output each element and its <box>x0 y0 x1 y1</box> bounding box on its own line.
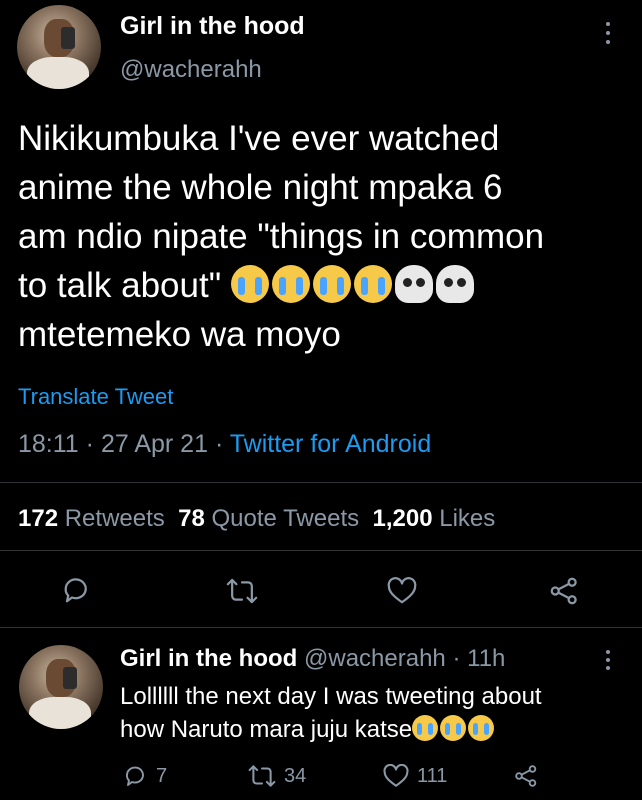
display-name[interactable]: Girl in the hood <box>120 12 305 41</box>
divider <box>0 627 642 628</box>
tweet-stats: 172 Retweets 78 Quote Tweets 1,200 Likes <box>18 505 495 533</box>
reply-text-segment: how Naruto mara juju katse <box>120 716 413 743</box>
retweet-icon <box>248 764 276 788</box>
reply-retweet-button[interactable]: 34 <box>248 764 306 788</box>
likes-label: Likes <box>439 505 496 532</box>
tweet-text-segment: to talk about" <box>18 266 222 305</box>
share-icon[interactable] <box>549 576 579 606</box>
tweet-text: Nikikumbuka I've ever watched anime the … <box>18 114 633 359</box>
reply-handle[interactable]: @wacherahh <box>304 645 446 672</box>
reply-avatar[interactable] <box>19 645 103 729</box>
like-count: 111 <box>417 764 448 787</box>
reply-more-options-icon[interactable] <box>603 648 613 672</box>
like-icon[interactable] <box>387 577 417 605</box>
reply-count: 7 <box>156 764 168 787</box>
tweet-time: 18:11 <box>18 430 79 458</box>
crying-emoji <box>271 265 310 303</box>
tweet-text-line: to talk about" <box>18 261 633 310</box>
meta-separator: · <box>85 430 94 458</box>
reply-separator: · <box>452 645 461 672</box>
crying-emoji <box>440 715 467 741</box>
reply-icon[interactable] <box>62 575 92 605</box>
skull-emoji <box>394 265 433 303</box>
avatar[interactable] <box>17 5 101 89</box>
quote-tweets-label: Quote Tweets <box>211 505 360 532</box>
crying-emoji <box>230 265 269 303</box>
tweet-text-line: am ndio nipate "things in common <box>18 217 545 256</box>
reply-reply-button[interactable]: 7 <box>124 764 167 788</box>
crying-emoji <box>412 715 439 741</box>
likes-count: 1,200 <box>372 505 433 532</box>
reply-display-name[interactable]: Girl in the hood <box>120 645 297 672</box>
divider <box>0 482 642 483</box>
tweet-meta: 18:11 · 27 Apr 21 · Twitter for Android <box>18 430 431 459</box>
reply-like-button[interactable]: 111 <box>383 764 447 788</box>
reply-text: Lollllll the next day I was tweeting abo… <box>120 680 635 746</box>
tweet-text-line: anime the whole night mpaka 6 <box>18 168 503 207</box>
likes-stat[interactable]: 1,200 Likes <box>372 505 495 532</box>
quote-tweets-stat[interactable]: 78 Quote Tweets <box>178 505 359 532</box>
retweets-label: Retweets <box>64 505 165 532</box>
crying-emoji <box>353 265 392 303</box>
tweet-date: 27 Apr 21 <box>100 430 208 458</box>
retweet-count: 34 <box>284 764 307 787</box>
meta-separator: · <box>214 430 224 458</box>
tweet-source-link[interactable]: Twitter for Android <box>230 430 431 458</box>
retweets-count: 172 <box>18 505 59 532</box>
retweets-stat[interactable]: 172 Retweets <box>18 505 165 532</box>
reply-text-line: Lollllll the next day I was tweeting abo… <box>120 683 542 710</box>
retweet-icon[interactable] <box>226 577 258 605</box>
reply-age: 11h <box>467 645 506 672</box>
skull-emoji <box>435 265 474 303</box>
crying-emoji <box>468 715 495 741</box>
quote-tweets-count: 78 <box>178 505 205 532</box>
like-icon <box>383 764 409 788</box>
more-options-icon[interactable] <box>603 20 613 46</box>
reply-share-icon[interactable] <box>514 764 538 788</box>
crying-emoji <box>312 265 351 303</box>
reply-header: Girl in the hood @wacherahh · 11h <box>120 645 505 673</box>
tweet-text-line: mtetemeko wa moyo <box>18 315 341 354</box>
tweet-text-line: Nikikumbuka I've ever watched <box>18 119 500 158</box>
divider <box>0 550 642 551</box>
handle[interactable]: @wacherahh <box>120 56 262 84</box>
reply-icon <box>124 764 148 788</box>
translate-tweet-link[interactable]: Translate Tweet <box>18 384 173 410</box>
reply-text-line: how Naruto mara juju katse <box>120 713 635 746</box>
